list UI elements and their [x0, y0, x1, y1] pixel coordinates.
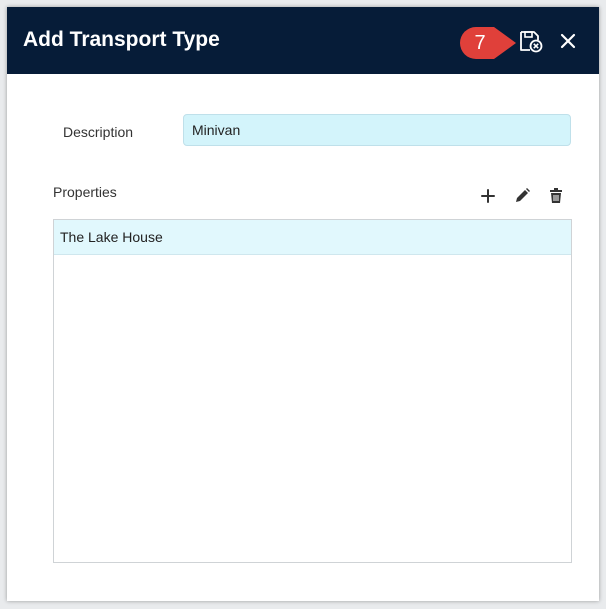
close-button[interactable]: [556, 29, 580, 53]
add-property-button[interactable]: [477, 185, 499, 207]
step-callout: 7: [458, 25, 520, 61]
description-input[interactable]: Minivan: [183, 114, 571, 146]
step-number: 7: [474, 32, 486, 54]
delete-property-button[interactable]: [545, 185, 567, 207]
properties-list[interactable]: The Lake House: [53, 219, 572, 563]
save-close-button[interactable]: [518, 29, 544, 53]
dialog-title: Add Transport Type: [23, 28, 220, 51]
add-transport-type-dialog: Add Transport Type 7 Description Minivan…: [7, 7, 599, 601]
list-item[interactable]: The Lake House: [54, 220, 571, 255]
trash-icon: [550, 188, 562, 203]
edit-property-button[interactable]: [511, 185, 533, 207]
properties-label: Properties: [53, 184, 117, 200]
close-icon: [560, 33, 576, 49]
pencil-icon: [516, 188, 530, 202]
save-close-icon: [520, 31, 543, 53]
plus-icon: [481, 189, 495, 203]
description-label: Description: [63, 124, 134, 140]
dialog-header: Add Transport Type 7: [7, 7, 599, 74]
